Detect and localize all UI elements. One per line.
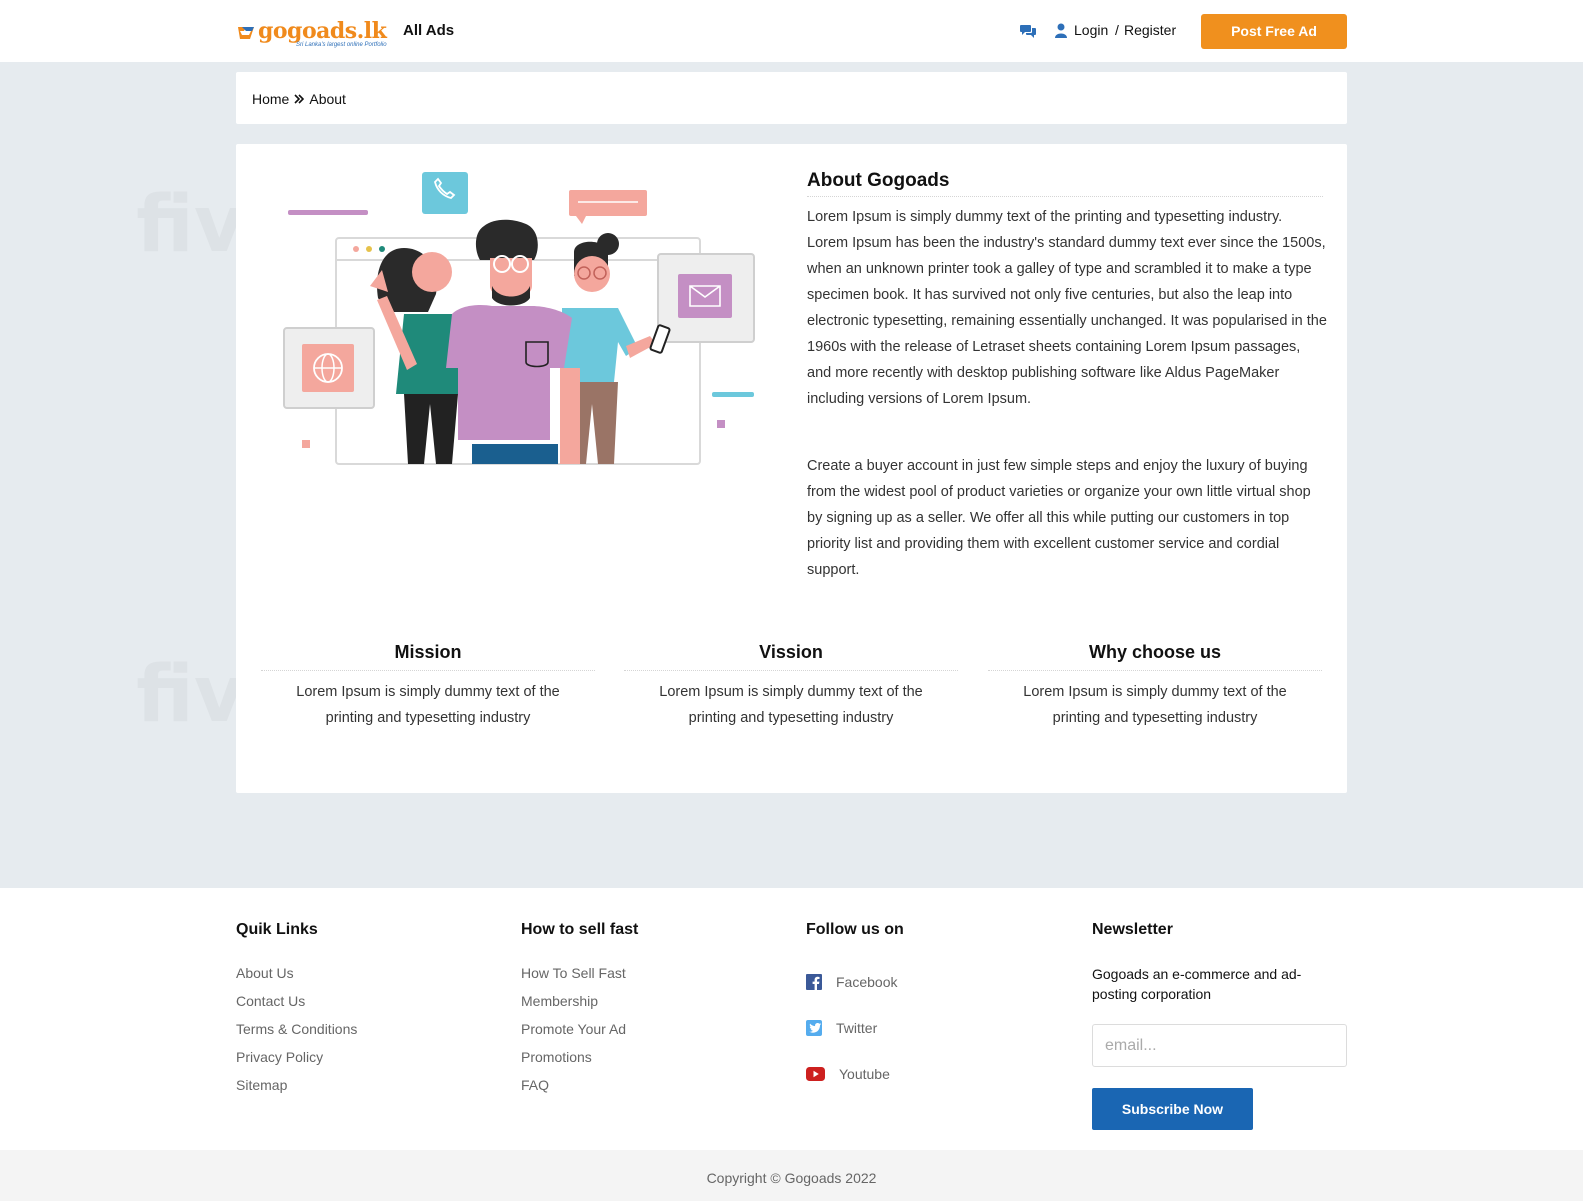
double-chevron-right-icon <box>294 94 305 104</box>
about-paragraph-2: Create a buyer account in just few simpl… <box>807 458 1311 578</box>
facebook-icon <box>806 974 822 990</box>
youtube-icon <box>806 1067 825 1081</box>
sell-fast-heading: How to sell fast <box>521 921 639 938</box>
vision-text: Lorem Ipsum is simply dummy text of the … <box>659 684 923 726</box>
logo-mark-icon <box>238 27 254 39</box>
footer-link-faq[interactable]: FAQ <box>521 1077 549 1093</box>
newsletter-heading: Newsletter <box>1092 921 1173 938</box>
social-facebook-link[interactable]: Facebook <box>806 974 897 990</box>
twitter-icon <box>806 1020 822 1036</box>
copyright-text: Copyright © Gogoads 2022 <box>706 1170 877 1186</box>
footer-link-privacy-policy[interactable]: Privacy Policy <box>236 1049 323 1065</box>
follow-heading: Follow us on <box>806 921 904 938</box>
twitter-label: Twitter <box>836 1020 878 1036</box>
footer-link-sitemap[interactable]: Sitemap <box>236 1077 287 1093</box>
vision-title: Vission <box>759 642 823 662</box>
vision-divider <box>624 670 958 671</box>
why-choose-us-title: Why choose us <box>1088 642 1222 662</box>
social-twitter-link[interactable]: Twitter <box>806 1020 877 1036</box>
user-icon <box>1055 23 1067 38</box>
facebook-label: Facebook <box>836 974 898 990</box>
logo-tagline: Sri Lanka's largest online Portfolio <box>296 42 387 48</box>
post-free-ad-button[interactable]: Post Free Ad <box>1201 14 1347 49</box>
site-logo[interactable]: gogoads.lk Sri Lanka's largest online Po… <box>236 18 387 48</box>
about-title: About Gogoads <box>807 170 950 191</box>
mission-text: Lorem Ipsum is simply dummy text of the … <box>296 684 560 726</box>
youtube-label: Youtube <box>839 1066 890 1082</box>
footer-link-membership[interactable]: Membership <box>521 993 598 1009</box>
mission-title: Mission <box>394 642 462 662</box>
why-choose-us-divider <box>988 670 1322 671</box>
about-divider <box>807 196 1323 197</box>
quick-links-heading: Quik Links <box>236 921 318 938</box>
footer-link-terms[interactable]: Terms & Conditions <box>236 1021 357 1037</box>
vision-column: Vission Lorem Ipsum is simply dummy text… <box>624 642 958 731</box>
mission-divider <box>261 670 595 671</box>
newsletter-email-input[interactable] <box>1092 1024 1347 1067</box>
mission-column: Mission Lorem Ipsum is simply dummy text… <box>261 642 595 731</box>
register-link[interactable]: Register <box>1124 22 1176 38</box>
login-link[interactable]: Login <box>1074 22 1108 38</box>
subscribe-now-button[interactable]: Subscribe Now <box>1092 1088 1253 1130</box>
header: gogoads.lk Sri Lanka's largest online Po… <box>0 0 1583 62</box>
why-choose-us-column: Why choose us Lorem Ipsum is simply dumm… <box>988 642 1322 731</box>
social-youtube-link[interactable]: Youtube <box>806 1066 890 1082</box>
chat-icon[interactable] <box>1020 24 1036 38</box>
newsletter-description: Gogoads an e-commerce and ad-posting cor… <box>1092 966 1302 1002</box>
about-paragraph-1: Lorem Ipsum is simply dummy text of the … <box>807 209 1327 407</box>
why-choose-us-text: Lorem Ipsum is simply dummy text of the … <box>1023 684 1287 726</box>
footer-link-promotions[interactable]: Promotions <box>521 1049 592 1065</box>
footer-link-about-us[interactable]: About Us <box>236 965 294 981</box>
footer-link-contact-us[interactable]: Contact Us <box>236 993 305 1009</box>
breadcrumb-home[interactable]: Home <box>252 91 289 107</box>
login-register-separator: / <box>1115 22 1119 38</box>
logo-text: gogoads.lk <box>258 18 387 44</box>
nav-all-ads[interactable]: All Ads <box>403 22 454 39</box>
breadcrumb-current: About <box>309 91 346 107</box>
breadcrumb: Home About <box>252 91 346 107</box>
footer-link-how-to-sell-fast[interactable]: How To Sell Fast <box>521 965 626 981</box>
footer-link-promote-your-ad[interactable]: Promote Your Ad <box>521 1021 626 1037</box>
breadcrumb-bar: Home About <box>236 72 1347 124</box>
team-illustration <box>283 172 755 465</box>
